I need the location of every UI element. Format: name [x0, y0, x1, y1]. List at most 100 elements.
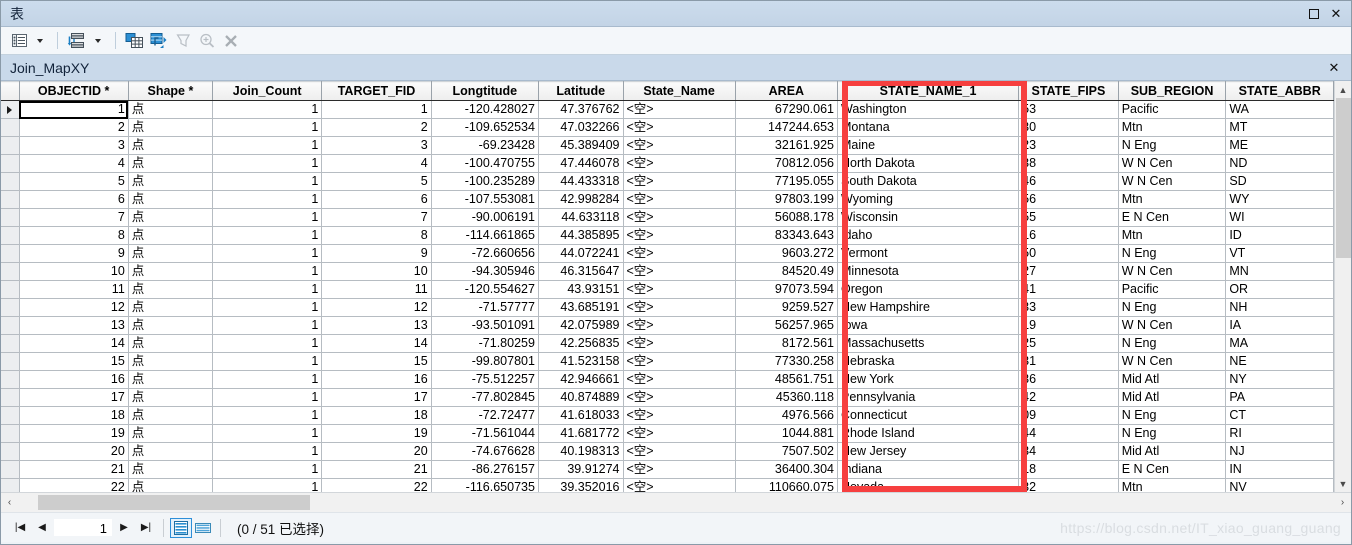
cell-latitude[interactable]: 47.376762: [538, 100, 624, 119]
close-icon[interactable]: ✕: [1325, 3, 1347, 25]
cell-target-fid[interactable]: 1: [321, 100, 432, 119]
cell-state-fips[interactable]: 33: [1018, 298, 1119, 317]
row-selector-cell[interactable]: [1, 100, 20, 119]
cell-state-abbr[interactable]: SD: [1225, 172, 1334, 191]
cell-state-name[interactable]: <空>: [623, 262, 736, 281]
cell-shape[interactable]: 点: [128, 370, 214, 389]
cell-state-abbr[interactable]: WI: [1225, 208, 1334, 227]
cell-state-fips[interactable]: 18: [1018, 460, 1119, 479]
cell-longitude[interactable]: -71.57777: [431, 298, 539, 317]
cell-state-name-1[interactable]: Montana: [837, 118, 1020, 137]
table-row[interactable]: 13 点 1 13 -93.501091 42.075989 <空> 56257.965 Iow…: [1, 316, 1334, 335]
cell-state-abbr[interactable]: WA: [1225, 100, 1334, 119]
row-selector-cell[interactable]: [1, 172, 20, 191]
cell-area[interactable]: 56088.178: [735, 208, 839, 227]
cell-latitude[interactable]: 44.433318: [538, 172, 624, 191]
table-row[interactable]: 18 点 1 18 -72.72477 41.618033 <空> 4976.566 Conne…: [1, 406, 1334, 425]
cell-shape[interactable]: 点: [128, 478, 214, 492]
cell-state-fips[interactable]: 36: [1018, 370, 1119, 389]
cell-state-abbr[interactable]: ME: [1225, 136, 1334, 155]
cell-target-fid[interactable]: 15: [321, 352, 432, 371]
cell-longitude[interactable]: -100.470755: [431, 154, 539, 173]
table-row[interactable]: 8 点 1 8 -114.661865 44.385895 <空> 83343.643 Idah…: [1, 226, 1334, 245]
column-header-state-fips[interactable]: STATE_FIPS: [1018, 81, 1119, 101]
cell-latitude[interactable]: 40.198313: [538, 442, 624, 461]
table-options-dropdown[interactable]: [32, 30, 50, 52]
row-selector-cell[interactable]: [1, 352, 20, 371]
horizontal-scrollbar[interactable]: ‹ ›: [1, 492, 1351, 512]
cell-state-name[interactable]: <空>: [623, 352, 736, 371]
table-row[interactable]: 4 点 1 4 -100.470755 47.446078 <空> 70812.056 Nort…: [1, 154, 1334, 173]
cell-state-fips[interactable]: 44: [1018, 424, 1119, 443]
table-row[interactable]: 2 点 1 2 -109.652534 47.032266 <空> 147244.653 Mon…: [1, 118, 1334, 137]
cell-longitude[interactable]: -94.305946: [431, 262, 539, 281]
cell-state-fips[interactable]: 32: [1018, 478, 1119, 492]
cell-sub-region[interactable]: W N Cen: [1118, 352, 1227, 371]
row-selector-cell[interactable]: [1, 298, 20, 317]
cell-area[interactable]: 77330.258: [735, 352, 839, 371]
cell-target-fid[interactable]: 4: [321, 154, 432, 173]
cell-state-name-1[interactable]: Indiana: [837, 460, 1020, 479]
cell-state-abbr[interactable]: NE: [1225, 352, 1334, 371]
cell-sub-region[interactable]: N Eng: [1118, 136, 1227, 155]
cell-target-fid[interactable]: 14: [321, 334, 432, 353]
zoom-to-selected-button[interactable]: [196, 30, 218, 52]
related-tables-dropdown[interactable]: [90, 30, 108, 52]
cell-state-name-1[interactable]: Minnesota: [837, 262, 1020, 281]
cell-sub-region[interactable]: W N Cen: [1118, 172, 1227, 191]
cell-latitude[interactable]: 42.946661: [538, 370, 624, 389]
cell-longitude[interactable]: -86.276157: [431, 460, 539, 479]
cell-state-fips[interactable]: 30: [1018, 118, 1119, 137]
cell-join-count[interactable]: 1: [212, 190, 323, 209]
cell-state-name[interactable]: <空>: [623, 460, 736, 479]
cell-state-name-1[interactable]: Nebraska: [837, 352, 1020, 371]
cell-sub-region[interactable]: W N Cen: [1118, 262, 1227, 281]
cell-target-fid[interactable]: 10: [321, 262, 432, 281]
cell-state-fips[interactable]: 16: [1018, 226, 1119, 245]
cell-state-abbr[interactable]: MT: [1225, 118, 1334, 137]
cell-state-name-1[interactable]: Wyoming: [837, 190, 1020, 209]
cell-longitude[interactable]: -100.235289: [431, 172, 539, 191]
cell-longitude[interactable]: -116.650735: [431, 478, 539, 492]
cell-join-count[interactable]: 1: [212, 154, 323, 173]
cell-state-name-1[interactable]: New Hampshire: [837, 298, 1020, 317]
table-row[interactable]: 7 点 1 7 -90.006191 44.633118 <空> 56088.178 Wisco…: [1, 208, 1334, 227]
cell-state-fips[interactable]: 23: [1018, 136, 1119, 155]
cell-state-name-1[interactable]: Pennsylvania: [837, 388, 1020, 407]
cell-shape[interactable]: 点: [128, 298, 214, 317]
cell-objectid[interactable]: 5: [19, 172, 129, 191]
cell-latitude[interactable]: 46.315647: [538, 262, 624, 281]
vertical-scrollbar[interactable]: ▲ ▼: [1334, 81, 1351, 492]
cell-shape[interactable]: 点: [128, 154, 214, 173]
cell-join-count[interactable]: 1: [212, 136, 323, 155]
cell-join-count[interactable]: 1: [212, 334, 323, 353]
cell-area[interactable]: 147244.653: [735, 118, 839, 137]
cell-longitude[interactable]: -90.006191: [431, 208, 539, 227]
cell-target-fid[interactable]: 20: [321, 442, 432, 461]
cell-state-abbr[interactable]: RI: [1225, 424, 1334, 443]
cell-state-name-1[interactable]: Washington: [837, 100, 1020, 119]
cell-join-count[interactable]: 1: [212, 424, 323, 443]
cell-join-count[interactable]: 1: [212, 280, 323, 299]
cell-area[interactable]: 48561.751: [735, 370, 839, 389]
cell-longitude[interactable]: -109.652534: [431, 118, 539, 137]
cell-objectid[interactable]: 17: [19, 388, 129, 407]
cell-state-fips[interactable]: 38: [1018, 154, 1119, 173]
cell-sub-region[interactable]: W N Cen: [1118, 154, 1227, 173]
cell-objectid[interactable]: 6: [19, 190, 129, 209]
cell-state-name-1[interactable]: New Jersey: [837, 442, 1020, 461]
cell-target-fid[interactable]: 7: [321, 208, 432, 227]
last-record-icon[interactable]: ▶|: [135, 518, 157, 538]
cell-state-name-1[interactable]: Rhode Island: [837, 424, 1020, 443]
cell-longitude[interactable]: -69.23428: [431, 136, 539, 155]
cell-target-fid[interactable]: 19: [321, 424, 432, 443]
record-number-input[interactable]: 1: [53, 518, 113, 537]
cell-state-name[interactable]: <空>: [623, 442, 736, 461]
row-selector-cell[interactable]: [1, 316, 20, 335]
column-header-state-name-1[interactable]: STATE_NAME_1: [837, 81, 1020, 101]
cell-state-abbr[interactable]: NH: [1225, 298, 1334, 317]
cell-sub-region[interactable]: Mtn: [1118, 190, 1227, 209]
table-row[interactable]: 17 点 1 17 -77.802845 40.874889 <空> 45360.118 Pen…: [1, 388, 1334, 407]
cell-state-name-1[interactable]: North Dakota: [837, 154, 1020, 173]
cell-join-count[interactable]: 1: [212, 352, 323, 371]
